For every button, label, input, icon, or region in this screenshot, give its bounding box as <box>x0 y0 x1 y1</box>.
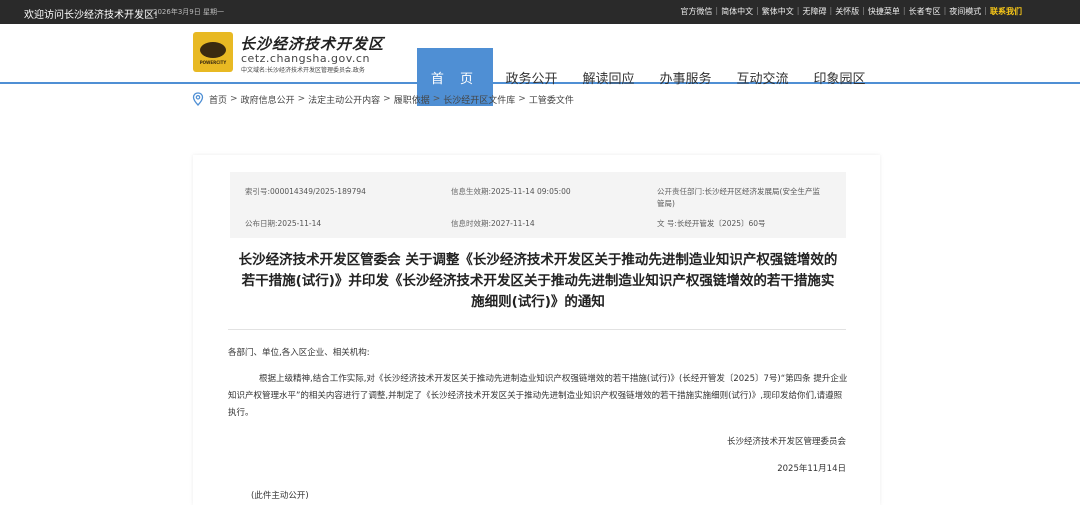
separator: | <box>829 6 833 15</box>
meta-effective-label: 信息生效期: <box>451 187 492 196</box>
current-date: 2026年3月9日 星期一 <box>153 8 224 16</box>
separator: | <box>796 6 800 15</box>
link-care-mode[interactable]: 关怀版 <box>835 6 859 17</box>
title-line: 施细则(试行)》的通知 <box>471 294 605 310</box>
brand-name: 长沙经济技术开发区 <box>240 35 385 53</box>
separator: | <box>862 6 865 15</box>
site-logo[interactable]: POWERCITY <box>193 32 233 72</box>
breadcrumb-file-library[interactable]: 长沙经开区文件库 <box>443 93 515 106</box>
meta-dept-cont: 管局) <box>657 199 675 208</box>
breadcrumb-separator: > <box>297 94 306 104</box>
link-contact-us[interactable]: 联系我们 <box>990 6 1022 17</box>
link-simplified[interactable]: 简体中文 <box>721 6 753 17</box>
link-elder-zone[interactable]: 长者专区 <box>909 6 941 17</box>
title-line: 若干措施(试行)》并印发《长沙经济技术开发区关于推动先进制造业知识产权强链增效的… <box>241 273 835 289</box>
breadcrumb-statutory[interactable]: 法定主动公开内容 <box>308 93 380 106</box>
link-accessibility[interactable]: 无障碍 <box>802 6 826 17</box>
salutation: 各部门、单位,各入区企业、相关机构: <box>228 348 370 358</box>
breadcrumb-home[interactable]: 首页 <box>209 93 227 106</box>
separator: | <box>943 6 947 15</box>
breadcrumb-separator: > <box>383 94 391 104</box>
meta-docno-label: 文 号: <box>657 219 677 228</box>
meta-publish-label: 公布日期: <box>245 219 278 228</box>
meta-docno-value: 长经开管发〔2025〕60号 <box>676 219 766 228</box>
separator: | <box>902 6 906 15</box>
logo-text: POWERCITY <box>199 59 227 65</box>
meta-expire-label: 信息时效期: <box>451 219 492 228</box>
breadcrumb-separator: > <box>230 94 238 104</box>
nav-services[interactable]: 办事服务 <box>647 48 724 106</box>
body-paragraph: 根据上级精神,结合工作实际,对《长沙经济技术开发区关于推动先进制造业知识产权强链… <box>228 374 848 418</box>
title-divider <box>228 329 846 330</box>
link-night-mode[interactable]: 夜间模式 <box>949 6 981 17</box>
site-header: POWERCITY 长沙经济技术开发区 cetz.changsha.gov.cn… <box>0 24 1080 106</box>
breadcrumb: 首页 > 政府信息公开 > 法定主动公开内容 > 履职依据 > 长沙经开区文件库 > 工管… <box>192 92 574 106</box>
breadcrumb-gov-info[interactable]: 政府信息公开 <box>241 93 295 106</box>
separator: | <box>715 6 719 15</box>
nav-interaction[interactable]: 互动交流 <box>724 48 801 106</box>
brand-domain: cetz.changsha.gov.cn <box>241 52 370 65</box>
brand-chinese-domain: 中文域名:长沙经济技术开发区管理委员会.政务 <box>241 67 365 74</box>
meta-dept-value: 长沙经开区经济发展局(安全生产监 <box>704 187 820 196</box>
meta-publish: 公布日期:2025-11-14 <box>245 218 321 229</box>
welcome-text: 欢迎访问长沙经济技术开发区! <box>24 10 159 21</box>
signature-date: 2025年11月14日 <box>777 464 846 474</box>
public-note: (此件主动公开) <box>251 491 309 501</box>
logo-emblem-icon <box>200 41 226 58</box>
link-traditional[interactable]: 繁体中文 <box>762 6 794 17</box>
meta-expire: 信息时效期:2027-11-14 <box>451 218 535 229</box>
link-wechat[interactable]: 官方微信 <box>680 6 712 17</box>
breadcrumb-committee-files[interactable]: 工管委文件 <box>529 93 574 106</box>
separator: | <box>984 6 987 15</box>
meta-index: 索引号:000014349/2025-189794 <box>245 186 366 197</box>
link-quick-menu[interactable]: 快捷菜单 <box>868 6 900 17</box>
breadcrumb-separator: > <box>432 94 441 104</box>
meta-docno: 文 号:长经开管发〔2025〕60号 <box>657 218 766 229</box>
meta-index-label: 索引号: <box>245 187 271 196</box>
meta-effective-value: 2025-11-14 09:05:00 <box>491 187 571 196</box>
breadcrumb-duty-basis[interactable]: 履职依据 <box>394 93 430 106</box>
meta-publish-value: 2025-11-14 <box>277 219 322 228</box>
signature: 长沙经济技术开发区管理委员会 <box>726 437 846 447</box>
meta-dept-label: 公开责任部门: <box>657 187 705 196</box>
meta-effective: 信息生效期:2025-11-14 09:05:00 <box>451 186 571 197</box>
meta-index-value: 000014349/2025-189794 <box>270 187 366 196</box>
separator: | <box>756 6 759 15</box>
title-line: 长沙经济技术开发区管委会 关于调整《长沙经济技术开发区关于推动先进制造业知识产权… <box>238 252 838 268</box>
top-bar: 欢迎访问长沙经济技术开发区! 2026年3月9日 星期一 官方微信 | 简体中文 |… <box>0 0 1080 24</box>
nav-interpretation[interactable]: 解读回应 <box>570 48 647 106</box>
article-title: 长沙经济技术开发区管委会 关于调整《长沙经济技术开发区关于推动先进制造业知识产权… <box>228 250 848 313</box>
nav-park-impression[interactable]: 印象园区 <box>801 48 878 106</box>
top-links: 官方微信 | 简体中文 | 繁体中文 | 无障碍 | 关怀版 | 快捷菜单 | 长者专区 | … <box>680 6 1022 17</box>
document-meta-table: 索引号:000014349/2025-189794 信息生效期:2025-11-… <box>230 172 846 238</box>
breadcrumb-separator: > <box>518 94 526 104</box>
meta-dept: 公开责任部门:长沙经开区经济发展局(安全生产监 <box>657 186 820 197</box>
location-pin-icon <box>192 92 204 106</box>
meta-expire-value: 2027-11-14 <box>491 219 535 228</box>
